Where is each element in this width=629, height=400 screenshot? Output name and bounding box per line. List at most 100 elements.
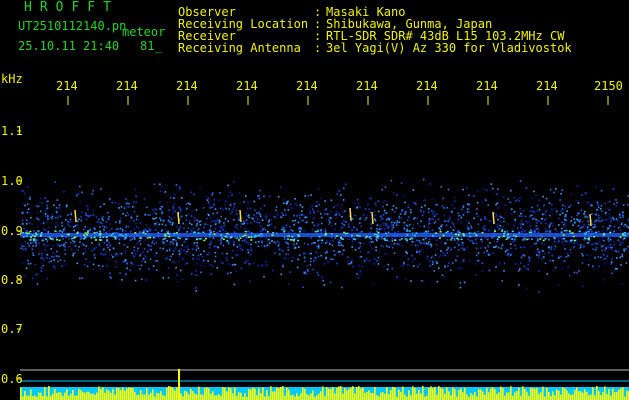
signal-pixel <box>393 211 396 213</box>
signal-pixel <box>324 242 327 244</box>
signal-pixel <box>321 241 323 244</box>
signal-pixel <box>375 246 377 249</box>
signal-pixel <box>135 223 137 225</box>
signal-pixel <box>569 248 571 251</box>
signal-pixel <box>135 195 137 198</box>
level-bar <box>296 393 298 400</box>
signal-pixel <box>460 221 462 224</box>
level-bar <box>182 396 184 400</box>
signal-pixel <box>448 249 451 252</box>
signal-pixel <box>50 217 53 220</box>
carrier-pixel <box>172 238 175 241</box>
signal-pixel <box>195 274 198 276</box>
signal-pixel <box>261 240 263 242</box>
signal-pixel <box>274 252 276 254</box>
signal-pixel <box>612 217 614 219</box>
signal-pixel <box>453 207 456 209</box>
signal-pixel <box>200 237 202 240</box>
signal-pixel <box>609 224 611 227</box>
signal-pixel <box>582 285 584 287</box>
signal-pixel <box>108 216 110 218</box>
signal-pixel <box>406 228 408 230</box>
signal-pixel <box>377 256 380 259</box>
level-bar <box>338 386 340 400</box>
signal-pixel <box>310 257 312 260</box>
y-tick-label: 0.6 <box>1 372 23 386</box>
signal-pixel <box>65 241 67 244</box>
signal-pixel <box>147 227 150 230</box>
signal-pixel <box>55 226 57 228</box>
signal-pixel <box>535 222 538 224</box>
signal-pixel <box>298 214 300 217</box>
signal-pixel <box>129 269 131 271</box>
signal-pixel <box>520 227 522 229</box>
signal-pixel <box>187 248 190 251</box>
signal-pixel <box>124 274 127 276</box>
carrier-pixel <box>445 231 448 234</box>
signal-pixel <box>496 226 499 228</box>
signal-pixel <box>317 210 319 213</box>
signal-pixel <box>360 225 362 228</box>
signal-pixel <box>224 218 227 220</box>
carrier-pixel <box>335 235 338 237</box>
signal-pixel <box>47 216 49 219</box>
level-bar <box>496 393 498 400</box>
level-bar <box>104 392 106 400</box>
signal-pixel <box>22 203 25 206</box>
level-bar <box>118 388 120 400</box>
signal-pixel <box>334 228 336 230</box>
signal-pixel <box>207 201 210 203</box>
signal-pixel <box>191 248 194 251</box>
signal-pixel <box>326 240 328 242</box>
signal-pixel <box>284 225 286 228</box>
signal-pixel <box>338 251 340 253</box>
level-bar <box>318 393 320 400</box>
signal-pixel <box>369 259 371 262</box>
signal-pixel <box>451 262 454 264</box>
carrier-pixel <box>507 233 509 236</box>
level-bar <box>102 387 104 400</box>
signal-pixel <box>81 277 83 279</box>
signal-pixel <box>132 201 135 203</box>
signal-pixel <box>149 258 152 261</box>
signal-pixel <box>85 212 87 215</box>
signal-pixel <box>480 247 482 249</box>
signal-pixel <box>98 218 100 221</box>
signal-pixel <box>377 228 379 231</box>
level-bar <box>112 388 114 400</box>
signal-pixel <box>563 222 566 224</box>
signal-pixel <box>315 245 318 248</box>
signal-pixel <box>513 238 516 241</box>
signal-pixel <box>515 247 517 250</box>
signal-pixel <box>398 217 401 219</box>
signal-pixel <box>482 227 484 229</box>
signal-pixel <box>447 265 449 267</box>
level-bar <box>154 396 156 400</box>
signal-pixel <box>527 268 529 270</box>
carrier-pixel <box>571 232 574 234</box>
signal-pixel <box>436 262 438 264</box>
signal-pixel <box>64 253 67 255</box>
level-bar <box>510 386 512 400</box>
signal-pixel <box>51 215 54 218</box>
signal-pixel <box>493 229 496 231</box>
signal-pixel <box>165 228 167 231</box>
signal-pixel <box>70 241 72 244</box>
signal-pixel <box>468 222 470 224</box>
signal-pixel <box>401 245 404 247</box>
signal-pixel <box>324 200 326 202</box>
carrier-pixel <box>266 231 269 233</box>
signal-pixel <box>376 259 379 262</box>
signal-pixel <box>28 211 31 214</box>
signal-pixel <box>62 238 64 240</box>
signal-pixel <box>50 248 52 250</box>
signal-pixel <box>31 248 34 251</box>
signal-pixel <box>95 246 98 248</box>
y-tick-label: 0.7 <box>1 322 23 336</box>
level-bar <box>28 395 30 400</box>
signal-pixel <box>336 238 339 241</box>
signal-pixel <box>36 283 39 285</box>
signal-pixel <box>579 247 581 250</box>
signal-pixel <box>252 218 254 220</box>
carrier-pixel <box>560 231 563 233</box>
